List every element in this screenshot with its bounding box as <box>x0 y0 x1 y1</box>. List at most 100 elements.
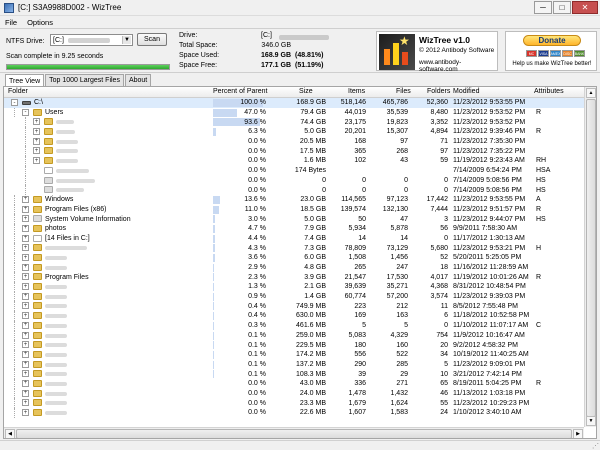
column-modified[interactable]: Modified <box>453 88 479 95</box>
tree-row[interactable]: + (folder) 0.0 % 22.6 MB 1,607 1,583 24 1/10/20… <box>4 408 584 418</box>
tree-row[interactable]: + (folder) 0.3 % 461.6 MB 5 5 0 11/10/2012 11:0… <box>4 320 584 331</box>
tree-row[interactable]: + (folder) 2.9 % 4.8 GB 265 247 18 11/16/2012 1… <box>4 262 584 273</box>
expand-icon[interactable]: + <box>22 283 29 291</box>
close-button[interactable]: ✕ <box>572 1 598 14</box>
horizontal-scroll-thumb[interactable] <box>16 429 572 438</box>
tab-about[interactable]: About <box>124 74 152 86</box>
column-items[interactable]: Items <box>348 88 365 95</box>
tree-row[interactable]: + (folder) 0.1 % 174.2 MB 556 522 34 10/19/2012… <box>4 349 584 360</box>
drive-select[interactable]: [C:] ▼ <box>50 34 133 46</box>
collapse-icon[interactable]: - <box>11 99 18 106</box>
column-folder[interactable]: Folder <box>8 88 28 95</box>
column-attributes[interactable]: Attributes <box>534 88 564 95</box>
expand-icon[interactable]: + <box>22 331 29 339</box>
tree-row[interactable]: All Users 0.0 % 0 0 0 0 7/14/2009 5:08:56 PM HS <box>4 185 584 195</box>
expand-icon[interactable]: + <box>33 147 40 155</box>
horizontal-scrollbar[interactable]: ◀ ▶ <box>4 427 584 438</box>
expand-icon[interactable]: + <box>22 234 29 242</box>
tree-row[interactable]: + (user2) 0.0 % 20.5 MB 168 97 71 11/23/2012 7:… <box>4 136 584 147</box>
tree-row[interactable]: + Default 0.0 % 1.6 MB 102 43 59 11/19/2012 9:2… <box>4 156 584 166</box>
tree-row[interactable]: + photos 4.7 % 7.9 GB 5,934 5,878 56 9/9/2011 7… <box>4 223 584 234</box>
scroll-up-icon[interactable]: ▲ <box>586 88 596 98</box>
expand-icon[interactable]: + <box>22 273 29 281</box>
expand-icon[interactable]: + <box>33 157 40 165</box>
tree-row[interactable]: + (folder) 0.1 % 259.0 MB 5,083 4,329 754 11/9/… <box>4 330 584 341</box>
expand-icon[interactable]: + <box>22 205 29 213</box>
vertical-scroll-thumb[interactable] <box>586 99 596 417</box>
menu-file[interactable]: File <box>0 18 22 27</box>
maximize-button[interactable]: □ <box>553 1 571 14</box>
expand-icon[interactable]: + <box>22 263 29 271</box>
tree-row[interactable]: + Public 6.3 % 5.0 GB 20,201 15,307 4,894 11/23… <box>4 127 584 137</box>
tree-row[interactable]: - Users 47.0 % 79.4 GB 44,019 35,539 8,480 11/2… <box>4 107 584 118</box>
scan-button[interactable]: Scan <box>137 33 167 46</box>
tree-row[interactable]: desktop.ini 0.0 % 174 Bytes 7/14/2009 6:54:… <box>4 165 584 176</box>
column-percent[interactable]: Percent of Parent <box>213 88 267 95</box>
expand-icon[interactable]: + <box>33 128 40 136</box>
tree-row[interactable]: + (folder) 0.1 % 108.3 MB 39 29 10 3/21/2012 7:… <box>4 369 584 379</box>
expand-icon[interactable]: + <box>33 118 40 126</box>
expand-icon[interactable]: + <box>22 360 29 368</box>
expand-icon[interactable]: + <box>22 399 29 407</box>
column-folders[interactable]: Folders <box>427 88 450 95</box>
tree-row[interactable]: + (folder) 0.0 % 43.0 MB 336 271 65 8/19/2011 5… <box>4 378 584 389</box>
tree-row[interactable]: + (folder) 0.1 % 137.2 MB 290 285 5 11/23/2012 … <box>4 359 584 370</box>
expand-icon[interactable]: + <box>22 254 29 261</box>
expand-icon[interactable]: + <box>22 224 29 232</box>
tree-row[interactable]: + Program Files (x86) 11.0 % 18.5 GB 139,574… <box>4 204 584 215</box>
menu-options[interactable]: Options <box>22 18 58 27</box>
tree-row[interactable]: + (user3) 0.0 % 17.5 MB 365 268 97 11/23/2012 7… <box>4 146 584 157</box>
minimize-button[interactable]: ─ <box>534 1 552 14</box>
collapse-icon[interactable]: - <box>22 108 29 116</box>
tree-row[interactable]: + (folder) 0.1 % 229.5 MB 180 160 20 9/2/2012 4… <box>4 340 584 350</box>
tree-row[interactable]: + ProgramData 4.3 % 7.3 GB 78,809 73,129 5,680… <box>4 243 584 253</box>
expand-icon[interactable]: + <box>22 292 29 300</box>
tree-row[interactable]: + (folder) 1.3 % 2.1 GB 39,639 35,271 4,368 8/3… <box>4 282 584 292</box>
expand-icon[interactable]: + <box>22 215 29 223</box>
chevron-down-icon[interactable]: ▼ <box>122 36 131 44</box>
tree-row[interactable]: + (folder) 0.9 % 1.4 GB 60,774 57,200 3,574 11/… <box>4 291 584 302</box>
tree-guide-line <box>14 398 15 408</box>
scroll-down-icon[interactable]: ▼ <box>586 416 596 426</box>
expand-icon[interactable]: + <box>22 244 29 252</box>
percent-of-parent: 2.9 % <box>248 264 266 272</box>
tree-row[interactable]: - C:\ 100.0 % 168.9 GB 518,146 465,786 52,360 1… <box>4 98 584 108</box>
scroll-left-icon[interactable]: ◀ <box>5 429 15 438</box>
cell-size: 24.0 MB <box>299 389 326 397</box>
tree-row[interactable]: + (folder) 0.0 % 23.3 MB 1,679 1,624 55 11/23/2… <box>4 398 584 408</box>
tree-row[interactable]: + (folder) 0.0 % 24.0 MB 1,478 1,432 46 11/13/2… <box>4 388 584 399</box>
website-link[interactable]: www.antibody-software.com <box>419 59 497 73</box>
donate-button[interactable]: Donate <box>523 35 581 46</box>
cell-folders: 11 <box>440 302 448 310</box>
column-size[interactable]: Size <box>299 88 313 95</box>
tree-row[interactable]: + (user) 93.6 % 74.4 GB 23,175 19,823 3,352 11/… <box>4 117 584 128</box>
cell-items: 265 <box>354 264 366 272</box>
column-files[interactable]: Files <box>396 88 411 95</box>
expand-icon[interactable]: + <box>22 379 29 387</box>
expand-icon[interactable]: + <box>22 389 29 397</box>
expand-icon[interactable]: + <box>22 321 29 329</box>
vertical-scrollbar[interactable]: ▲ ▼ <box>584 87 596 427</box>
tree-row[interactable]: + Program Files 2.3 % 3.9 GB 21,547 17,530 4,0… <box>4 272 584 283</box>
expand-icon[interactable]: + <box>22 195 29 203</box>
expand-icon[interactable]: + <box>22 409 29 416</box>
expand-icon[interactable]: + <box>22 350 29 358</box>
expand-icon[interactable]: + <box>22 341 29 349</box>
tree-row[interactable]: + (folder) 0.4 % 630.0 MB 169 163 6 11/18/2012 … <box>4 311 584 321</box>
tree-row[interactable]: + Windows 13.6 % 23.0 GB 114,565 97,123 17,442… <box>4 194 584 205</box>
resize-grip-icon[interactable]: ⋰ <box>592 442 599 450</box>
tree-row[interactable]: + [14 Files in C:] 4.4 % 7.4 GB 14 14 0 11/17/2… <box>4 233 584 244</box>
expand-icon[interactable]: + <box>33 137 40 145</box>
tree-row[interactable]: + System Volume Information 3.0 % 5.0 GB 50 4… <box>4 214 584 224</box>
expand-icon[interactable]: + <box>22 370 29 378</box>
tab-top-1000-largest-files[interactable]: Top 1000 Largest Files <box>45 74 124 86</box>
folder-name: (folder) <box>45 350 68 360</box>
tree-row[interactable]: + (folder) 3.6 % 6.0 GB 1,508 1,456 52 5/20/201… <box>4 253 584 263</box>
tree-row[interactable]: + (folder) 0.4 % 749.9 MB 223 212 11 8/5/2012 7… <box>4 301 584 312</box>
cell-files: 43 <box>400 157 408 165</box>
expand-icon[interactable]: + <box>22 312 29 320</box>
expand-icon[interactable]: + <box>22 302 29 310</box>
tree-row[interactable]: Default User 0.0 % 0 0 0 0 7/14/2009 5:08:56 P… <box>4 175 584 186</box>
status-bar: ⋰ <box>0 440 600 450</box>
scroll-right-icon[interactable]: ▶ <box>573 429 583 438</box>
